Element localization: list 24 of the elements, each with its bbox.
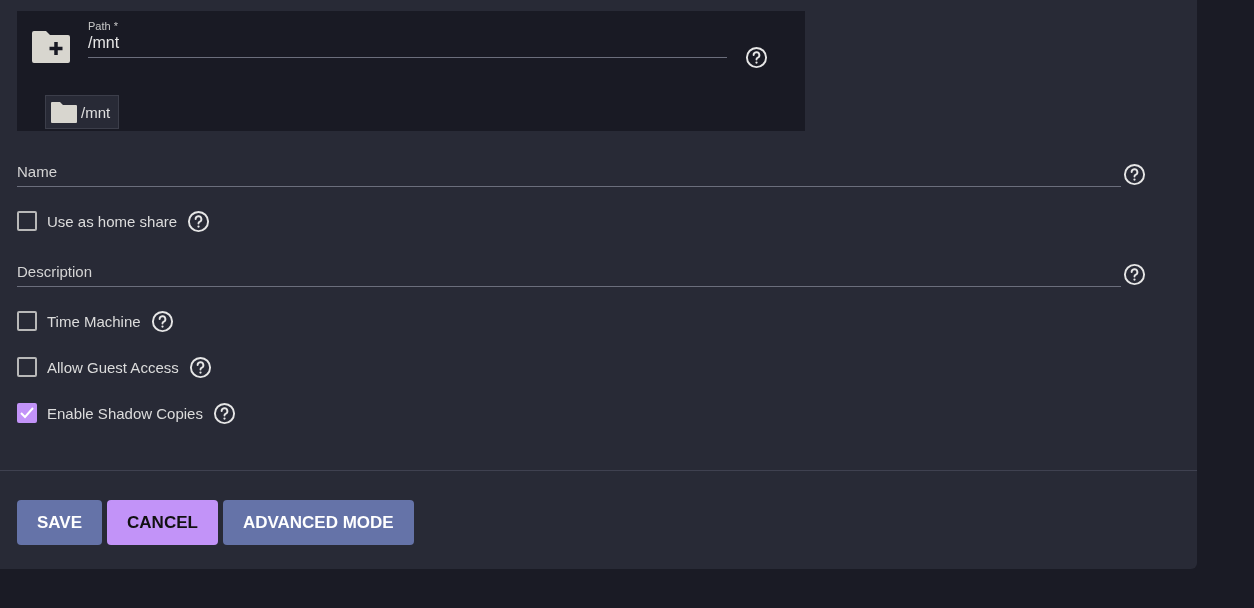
checkbox-label: Time Machine	[47, 312, 141, 330]
checkbox[interactable]	[17, 403, 37, 423]
action-button[interactable]: SAVE	[17, 500, 103, 545]
checkbox[interactable]	[17, 357, 37, 377]
checkbox-label: Enable Shadow Copies	[47, 404, 203, 422]
help-icon[interactable]	[1123, 163, 1146, 186]
text-field[interactable]: Name	[17, 163, 1121, 187]
help-icon[interactable]	[745, 46, 768, 69]
action-button[interactable]: CANCEL	[107, 500, 218, 545]
folder-icon	[51, 101, 77, 123]
help-icon[interactable]	[212, 401, 236, 425]
text-field[interactable]: Description	[17, 263, 1121, 287]
help-icon[interactable]	[1123, 263, 1146, 286]
help-icon[interactable]	[188, 355, 212, 379]
help-icon[interactable]	[187, 209, 211, 233]
checkbox[interactable]	[17, 211, 37, 231]
path-field[interactable]: Path * /mnt	[88, 19, 727, 58]
folder-plus-icon[interactable]	[32, 31, 70, 63]
action-button[interactable]: ADVANCED MODE	[222, 500, 414, 545]
checkbox-label: Allow Guest Access	[47, 358, 179, 376]
folder-breadcrumb[interactable]: /mnt	[45, 95, 119, 129]
checkbox-label: Use as home share	[47, 212, 178, 230]
help-icon[interactable]	[150, 309, 174, 333]
checkbox[interactable]	[17, 311, 37, 331]
